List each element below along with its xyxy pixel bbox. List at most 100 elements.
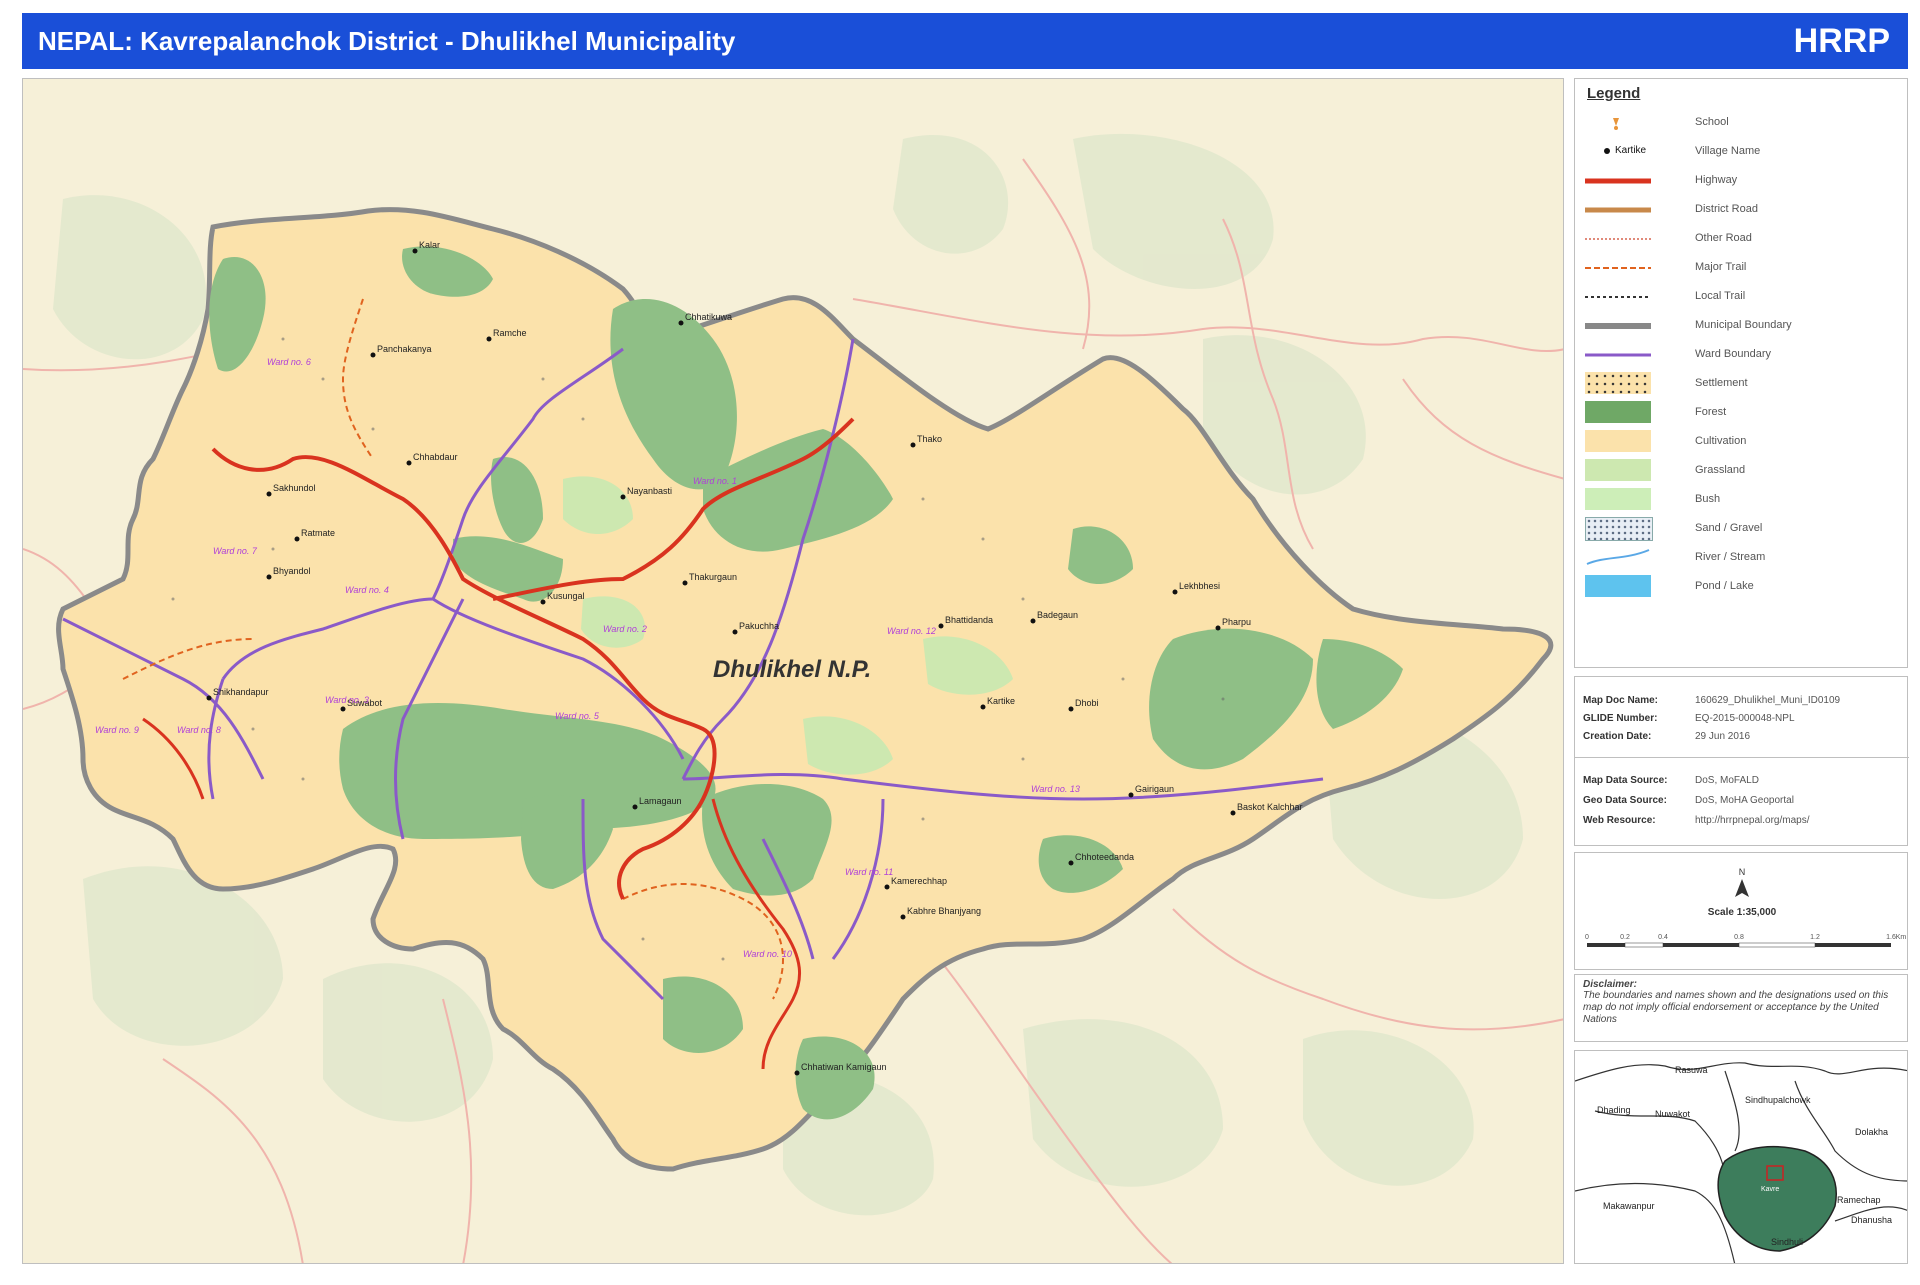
- ward-label: Ward no. 10: [743, 949, 792, 959]
- village-point[interactable]: [206, 695, 212, 701]
- map-title: NEPAL: Kavrepalanchok District - Dhulikh…: [38, 25, 736, 56]
- village-point[interactable]: [1128, 792, 1134, 798]
- legend-item-label: Pond / Lake: [1695, 580, 1754, 592]
- legend-item: Local Trail: [1575, 283, 1909, 311]
- village-point[interactable]: [540, 599, 546, 605]
- legend-item-label: Grassland: [1695, 464, 1746, 476]
- title-bar: NEPAL: Kavrepalanchok District - Dhulikh…: [22, 13, 1908, 69]
- legend-item-label: Forest: [1695, 406, 1727, 418]
- village-label: Baskot Kalchhar: [1237, 802, 1303, 812]
- legend-item-label: Settlement: [1695, 377, 1748, 389]
- legend-swatch: [1585, 459, 1651, 481]
- legend-item: Kartike Village Name: [1575, 138, 1909, 166]
- legend-swatch: [1585, 288, 1651, 306]
- legend-item-label: Sand / Gravel: [1695, 522, 1763, 534]
- scale-tick-label: 1.6: [1886, 934, 1896, 941]
- info-key: Map Data Source:: [1583, 775, 1668, 786]
- village-label: Chhoteedanda: [1075, 852, 1134, 862]
- village-point[interactable]: [1030, 618, 1036, 624]
- village-label: Kartike: [987, 696, 1015, 706]
- village-label: Kamerechhap: [891, 876, 947, 886]
- legend-item-label: Other Road: [1695, 232, 1752, 244]
- village-label: Nayanbasti: [627, 486, 672, 496]
- village-point[interactable]: [682, 580, 688, 586]
- scale-tick-label: 0.4: [1658, 934, 1668, 941]
- village-point[interactable]: [632, 804, 638, 810]
- village-point[interactable]: [938, 623, 944, 629]
- legend-title: Legend: [1587, 85, 1641, 102]
- village-point[interactable]: [620, 494, 626, 500]
- village-point[interactable]: [1230, 810, 1236, 816]
- info-divider: [1575, 757, 1909, 758]
- village-label: Ramche: [493, 328, 527, 338]
- village-point[interactable]: [1068, 706, 1074, 712]
- legend-item-label: Cultivation: [1695, 435, 1747, 447]
- village-point[interactable]: [1215, 625, 1221, 631]
- disclaimer-title: Disclaimer:: [1583, 979, 1637, 990]
- ward-label: Ward no. 5: [555, 711, 600, 721]
- scale-tick-label: Km: [1896, 934, 1907, 941]
- disclaimer-panel: Disclaimer: The boundaries and names sho…: [1574, 974, 1908, 1042]
- ward-label: Ward no. 12: [887, 626, 936, 636]
- village-point[interactable]: [412, 248, 418, 254]
- main-map[interactable]: Kalar Panchakanya Ramche Chhatikuwa Chhabdau…: [22, 78, 1564, 1264]
- village-label: Chhatikuwa: [685, 312, 732, 322]
- village-point[interactable]: [406, 460, 412, 466]
- municipality-label: Dhulikhel N.P.: [713, 656, 871, 683]
- legend-swatch: [1585, 517, 1653, 541]
- legend-swatch: [1585, 172, 1651, 190]
- legend-item-label: River / Stream: [1695, 551, 1766, 563]
- info-key: Geo Data Source:: [1583, 795, 1667, 806]
- village-point[interactable]: [1068, 860, 1074, 866]
- ward-label: Ward no. 2: [603, 624, 647, 634]
- village-point[interactable]: [732, 629, 738, 635]
- legend-item: Major Trail: [1575, 254, 1909, 282]
- legend-item-label: Ward Boundary: [1695, 348, 1772, 360]
- village-label: Kabhre Bhanjyang: [907, 906, 981, 916]
- legend-swatch: [1585, 546, 1651, 568]
- village-point[interactable]: [884, 884, 890, 890]
- village-label: Chhabdaur: [413, 452, 458, 462]
- legend-swatch: [1585, 488, 1651, 510]
- village-point[interactable]: [794, 1070, 800, 1076]
- scale-label: Scale 1:35,000: [1707, 907, 1777, 918]
- info-value: 29 Jun 2016: [1695, 731, 1751, 742]
- map-canvas[interactable]: Kalar Panchakanya Ramche Chhatikuwa Chhabdau…: [23, 79, 1564, 1264]
- village-label: Kusungal: [547, 591, 585, 601]
- legend-item: District Road: [1575, 196, 1909, 224]
- legend-item-label: Municipal Boundary: [1695, 319, 1792, 331]
- legend-swatch: [1585, 346, 1651, 364]
- inset-map[interactable]: Rasuwa Dhading Nuwakot Sindhupalchowk Dolakh…: [1574, 1050, 1908, 1264]
- village-point[interactable]: [1172, 589, 1178, 595]
- village-point[interactable]: [910, 442, 916, 448]
- village-point[interactable]: [486, 336, 492, 342]
- legend-sample-village: Kartike: [1615, 145, 1647, 156]
- village-label: Thakurgaun: [689, 572, 737, 582]
- village-point[interactable]: [980, 704, 986, 710]
- svg-text:N: N: [1739, 867, 1746, 877]
- legend-item-label: School: [1695, 116, 1729, 128]
- info-value[interactable]: http://hrrpnepal.org/maps/: [1695, 815, 1905, 826]
- village-point[interactable]: [370, 352, 376, 358]
- legend-item: Bush: [1575, 486, 1909, 514]
- scale-tick-label: 0: [1585, 934, 1589, 941]
- legend-item: Settlement: [1575, 370, 1909, 398]
- village-point[interactable]: [294, 536, 300, 542]
- village-label: Bhyandol: [273, 566, 311, 576]
- inset-district-label: Sindhuli: [1771, 1237, 1803, 1247]
- village-point[interactable]: [900, 914, 906, 920]
- scale-bar: [1587, 942, 1891, 948]
- legend-swatch: [1585, 317, 1651, 335]
- ward-label: Ward no. 6: [267, 357, 311, 367]
- village-label: Lekhbhesi: [1179, 581, 1220, 591]
- legend-panel: Legend School Kartike Village Name Highway D…: [1574, 78, 1908, 668]
- village-point[interactable]: [266, 491, 272, 497]
- village-label: Thako: [917, 434, 942, 444]
- legend-item: Forest: [1575, 399, 1909, 427]
- village-point[interactable]: [266, 574, 272, 580]
- village-label: Chhatiwan Kamigaun: [801, 1062, 887, 1072]
- ward-label: Ward no. 3: [325, 695, 369, 705]
- village-point[interactable]: [678, 320, 684, 326]
- village-label: Bhattidanda: [945, 615, 993, 625]
- village-point[interactable]: [340, 706, 346, 712]
